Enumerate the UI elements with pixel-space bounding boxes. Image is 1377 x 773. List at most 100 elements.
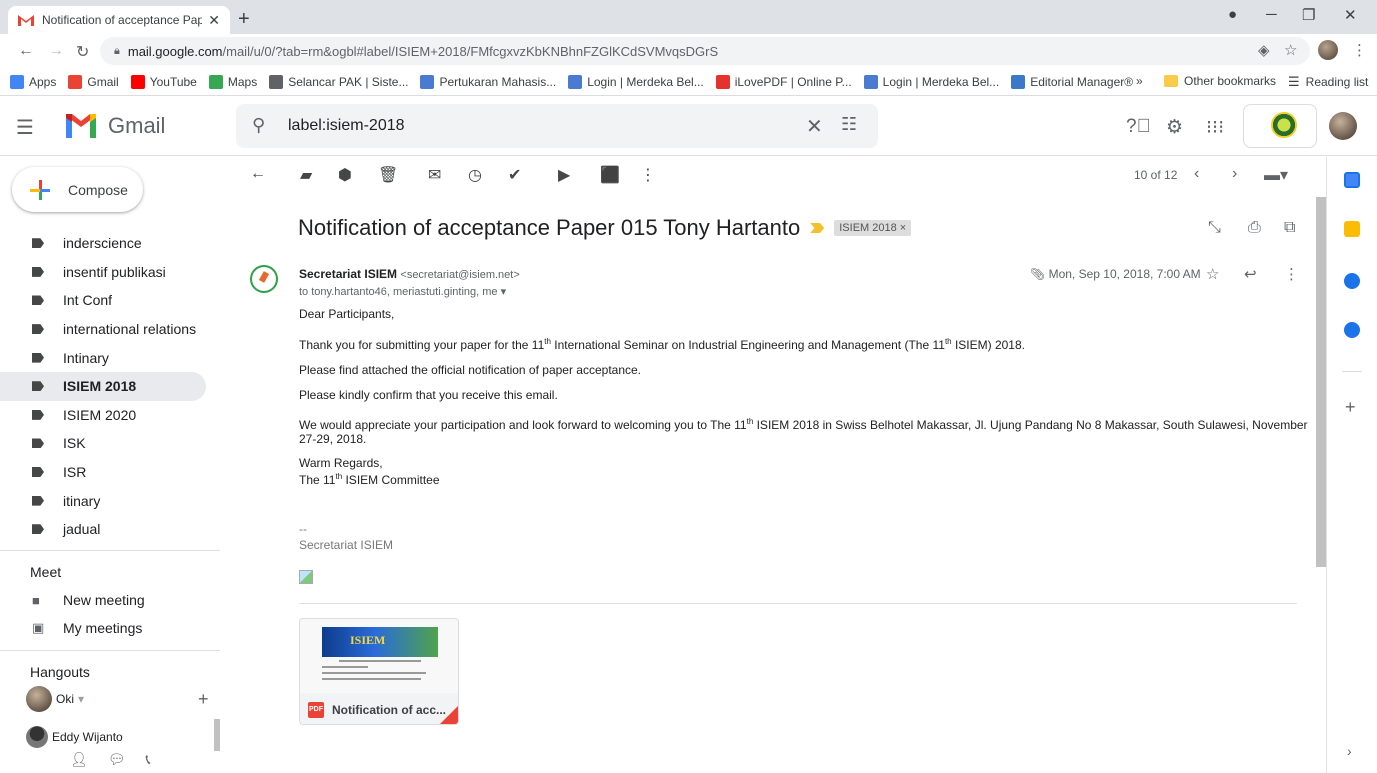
delete-icon[interactable]: 🗑︎ xyxy=(378,165,398,185)
bookmark-item[interactable]: Gmail xyxy=(68,74,119,89)
bookmark-item[interactable]: Login | Merdeka Bel... xyxy=(568,74,704,89)
sidebar-label-item[interactable]: insentif publikasi xyxy=(0,258,220,287)
lock-icon[interactable]: 🔒︎ xyxy=(114,45,120,58)
collapse-all-icon[interactable]: ⤡ xyxy=(1208,219,1221,237)
sidebar-label-item[interactable]: itinary xyxy=(0,486,220,515)
address-bar[interactable]: 🔒︎ mail.google.com/mail/u/0/?tab=rm&ogbl… xyxy=(100,37,1310,65)
reply-icon[interactable]: ↩ xyxy=(1244,265,1257,283)
bookmark-item[interactable]: Apps xyxy=(10,74,56,89)
chevron-down-icon[interactable]: ▾ xyxy=(501,286,507,298)
message-more-icon[interactable]: ⋮ xyxy=(1284,265,1299,283)
search-bar[interactable]: ⚲ ✕ ☷ xyxy=(236,104,878,148)
clear-search-icon[interactable]: ✕ xyxy=(806,114,823,139)
sidebar-label-item[interactable]: international relations xyxy=(0,315,220,344)
keep-app-icon[interactable] xyxy=(1344,221,1360,237)
tab-close-icon[interactable]: ✕ xyxy=(208,12,220,29)
newer-icon[interactable]: ‹ xyxy=(1194,165,1199,183)
label-chip[interactable]: ISIEM 2018 × xyxy=(834,220,912,236)
attachment-clip-icon: 📎︎ xyxy=(1030,267,1049,281)
report-spam-icon[interactable]: ⬢ xyxy=(338,165,352,185)
add-hangout-icon[interactable]: + xyxy=(198,689,209,710)
bookmarks-more[interactable]: » xyxy=(1136,74,1143,88)
bookmark-item[interactable]: Selancar PAK | Siste... xyxy=(269,74,408,89)
bookmark-item[interactable]: iLovePDF | Online P... xyxy=(715,74,852,89)
bookmark-star-icon[interactable]: ☆ xyxy=(1284,41,1297,59)
browser-tab[interactable]: Notification of acceptance Paper ✕ xyxy=(8,6,230,34)
account-avatar[interactable] xyxy=(1329,112,1357,140)
hangouts-contact[interactable]: Eddy Wijanto xyxy=(26,726,123,748)
tasks-app-icon[interactable] xyxy=(1344,273,1360,289)
bookmark-item[interactable]: Login | Merdeka Bel... xyxy=(863,74,999,89)
sidebar-label-item[interactable]: Int Conf xyxy=(0,286,220,315)
contacts-app-icon[interactable] xyxy=(1344,322,1360,338)
back-to-list-icon[interactable]: ← xyxy=(250,165,266,183)
chevron-down-icon[interactable]: ▾ xyxy=(78,692,84,706)
reload-icon[interactable]: ↻ xyxy=(76,42,89,62)
add-to-tasks-icon[interactable]: ✔ xyxy=(508,165,521,185)
bookmark-item[interactable]: YouTube xyxy=(130,74,197,89)
sidebar-label-item[interactable]: Intinary xyxy=(0,343,220,372)
older-icon[interactable]: › xyxy=(1232,165,1237,183)
star-icon[interactable]: ☆ xyxy=(1206,265,1219,283)
move-to-icon[interactable]: ▶ xyxy=(558,165,570,185)
compose-plus-icon xyxy=(24,174,56,206)
mark-unread-icon[interactable]: ✉ xyxy=(428,165,441,185)
get-addons-icon[interactable]: + xyxy=(1345,397,1356,418)
importance-marker-icon[interactable] xyxy=(810,223,825,233)
tab-search-icon[interactable]: ● xyxy=(1228,6,1237,23)
pdf-attachment[interactable]: ISIEM PDF Notification of acc... xyxy=(299,618,459,725)
search-options-icon[interactable]: ☷ xyxy=(841,114,857,135)
sender-avatar[interactable] xyxy=(250,265,278,293)
label-tag-icon xyxy=(32,495,44,506)
new-tab-button[interactable]: + xyxy=(238,8,250,31)
search-input[interactable] xyxy=(288,115,788,137)
new-window-icon[interactable]: ⧉ xyxy=(1284,219,1295,237)
sidebar-label-item[interactable]: ISR xyxy=(0,458,220,487)
reading-list-icon: ☰ xyxy=(1288,74,1300,89)
print-icon[interactable]: ⎙ xyxy=(1248,219,1261,237)
other-bookmarks[interactable]: Other bookmarks xyxy=(1164,74,1276,88)
compose-button[interactable]: Compose xyxy=(12,167,143,212)
phone-icon[interactable]: 📞︎ xyxy=(146,751,151,768)
chrome-profile-avatar[interactable] xyxy=(1318,40,1338,60)
gmail-logo-icon[interactable] xyxy=(64,112,98,138)
show-side-panel-icon[interactable]: › xyxy=(1347,743,1352,759)
person-icon[interactable]: 👤︎ xyxy=(70,751,88,768)
bookmark-item[interactable]: Pertukaran Mahasis... xyxy=(420,74,556,89)
apps-grid-icon[interactable]: ⁝⁝⁝ xyxy=(1206,116,1224,139)
search-icon[interactable]: ⚲ xyxy=(252,115,265,136)
reading-list[interactable]: ☰ Reading list xyxy=(1288,74,1368,90)
sender-name[interactable]: Secretariat ISIEM xyxy=(299,267,397,281)
bookmark-icon xyxy=(208,74,223,89)
help-icon[interactable]: ?⃝ xyxy=(1126,116,1151,138)
minimize-icon[interactable]: ─ xyxy=(1266,6,1277,23)
chat-bubble-icon[interactable]: 💬︎ xyxy=(108,751,126,768)
sidebar-label-item[interactable]: ISIEM 2018 xyxy=(0,371,206,401)
bookmark-item[interactable]: Maps xyxy=(208,74,257,89)
recipients-line[interactable]: to tony.hartanto46, meriastuti.ginting, … xyxy=(299,285,506,298)
sidebar-label-item[interactable]: ISK xyxy=(0,429,220,458)
sidebar-label-item[interactable]: jadual xyxy=(0,515,220,544)
sidebar-label-item[interactable]: ISIEM 2020 xyxy=(0,401,220,430)
settings-gear-icon[interactable]: ⚙ xyxy=(1166,116,1183,139)
back-icon[interactable]: ← xyxy=(18,42,34,60)
new-meeting-item[interactable]: ■ New meeting xyxy=(32,592,145,608)
forward-icon[interactable]: → xyxy=(48,42,64,60)
window-close-icon[interactable]: ✕ xyxy=(1344,6,1357,24)
message-scrollbar[interactable] xyxy=(1316,197,1326,567)
chrome-menu-icon[interactable]: ⋮ xyxy=(1352,41,1367,59)
main-menu-icon[interactable]: ☰ xyxy=(16,115,34,140)
more-icon[interactable]: ⋮ xyxy=(640,165,656,185)
hangouts-self[interactable]: Oki ▾ xyxy=(26,686,84,712)
sidebar-label-item[interactable]: inderscience xyxy=(0,229,220,258)
restore-icon[interactable]: ❐ xyxy=(1302,6,1315,24)
bookmark-item[interactable]: Editorial Manager® xyxy=(1011,74,1133,89)
snooze-icon[interactable]: ◷ xyxy=(468,165,482,185)
calendar-app-icon[interactable] xyxy=(1344,172,1360,188)
archive-icon[interactable]: ▰ xyxy=(300,165,312,185)
my-meetings-item[interactable]: ▣ My meetings xyxy=(32,620,142,636)
extension-icon[interactable]: ◈ xyxy=(1258,41,1270,59)
hangouts-scrollbar[interactable] xyxy=(214,719,220,751)
label-icon[interactable]: ⬛ xyxy=(600,165,620,185)
input-tools-icon[interactable]: ▬▾ xyxy=(1264,165,1288,185)
